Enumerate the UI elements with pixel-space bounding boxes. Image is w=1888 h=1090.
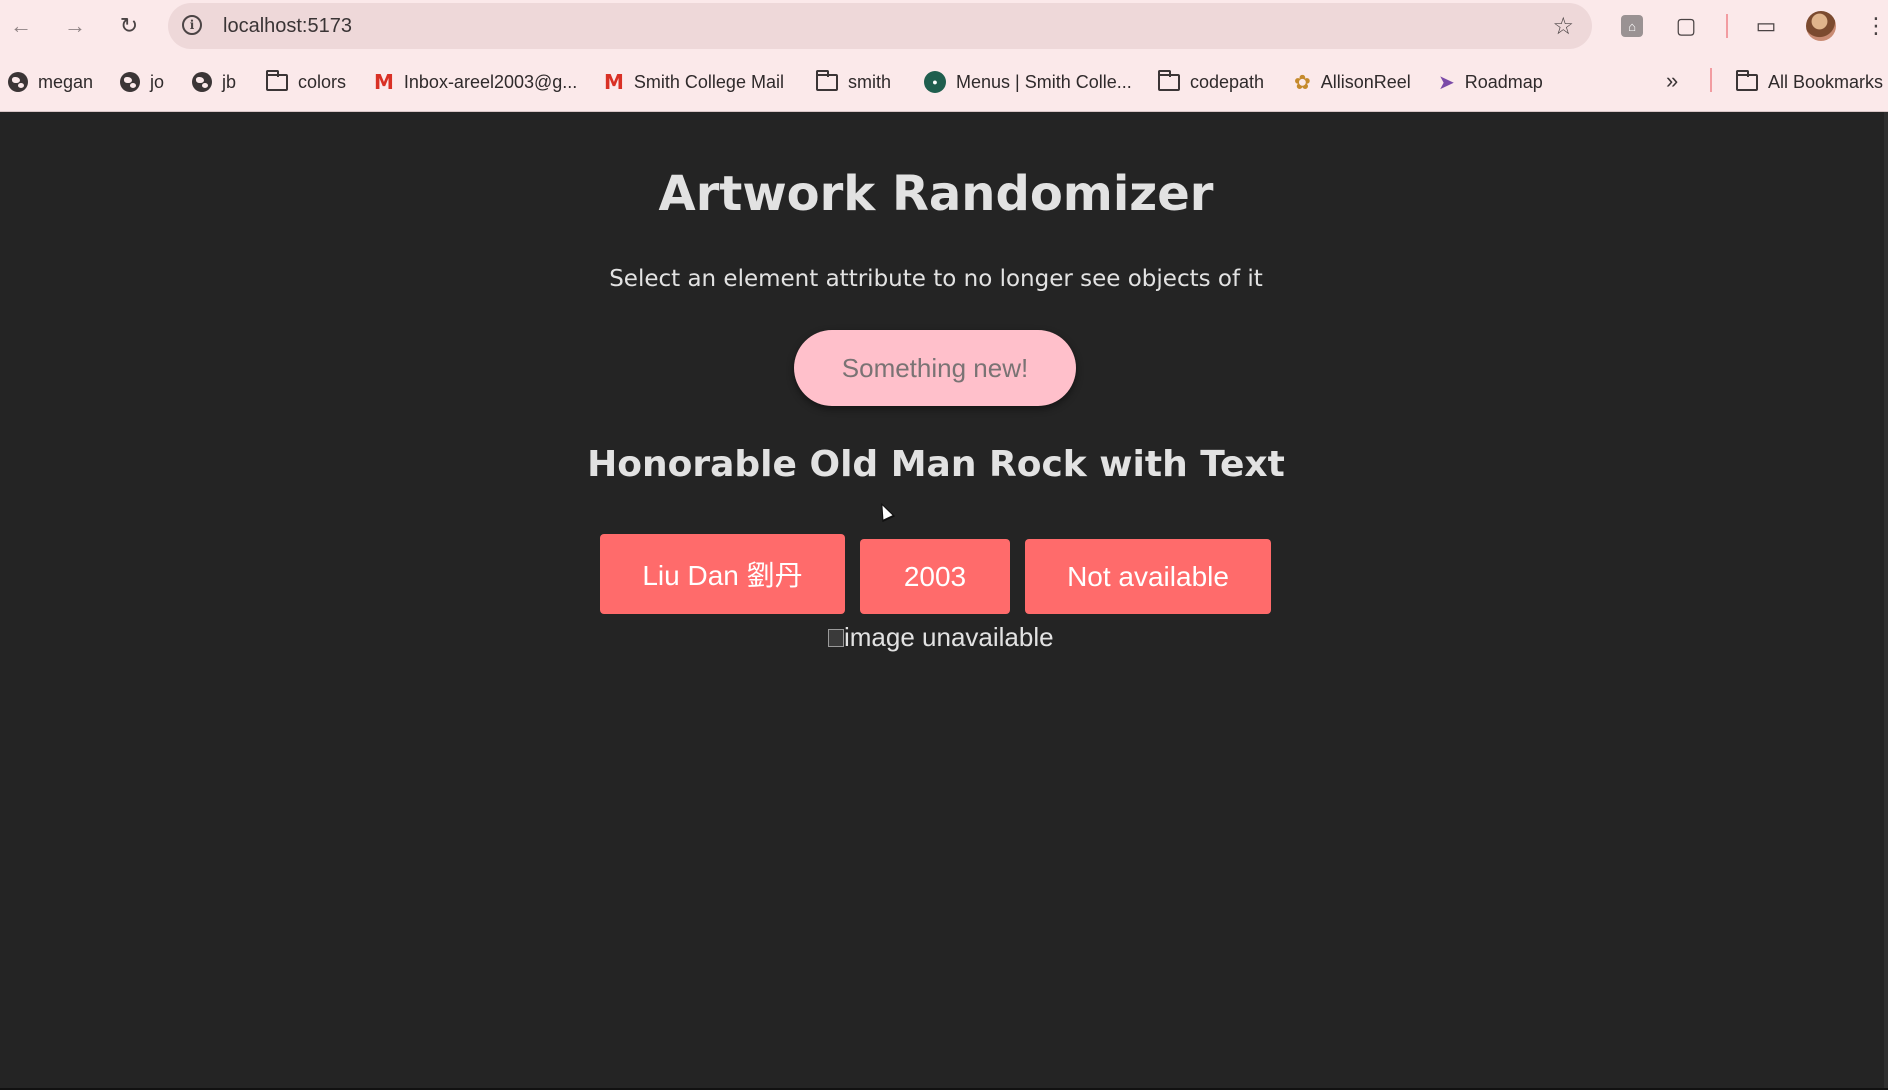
date-attribute-button[interactable]: 2003	[860, 539, 1010, 614]
folder-icon	[816, 69, 838, 91]
extensions-puzzle-icon[interactable]: ▢	[1670, 10, 1702, 42]
page-title: Artwork Randomizer	[658, 166, 1214, 222]
bookmark-jb[interactable]: jb	[192, 68, 236, 96]
image-alt-text: image unavailable	[844, 622, 1054, 652]
address-bar[interactable]: i localhost:5173 ☆	[168, 3, 1592, 49]
bookmark-jo[interactable]: jo	[120, 68, 164, 96]
cast-icon[interactable]: ▭	[1750, 10, 1782, 42]
gmail-icon: M	[604, 70, 624, 94]
browser-toolbar: ← → ↻ i localhost:5173 ☆ ⌂ ▢ ▭ ⋮	[0, 0, 1888, 52]
toolbar-divider	[1726, 14, 1728, 38]
bookmark-smith[interactable]: smith	[816, 68, 891, 96]
bookmarks-divider	[1710, 68, 1712, 92]
bookmark-menus[interactable]: ● Menus | Smith Colle...	[924, 68, 1132, 96]
bookmarks-bar: megan jo jb colors M Inbox-areel2003@g...…	[0, 52, 1888, 112]
extension-icon[interactable]: ⌂	[1616, 10, 1648, 42]
page-content: Artwork Randomizer Select an element att…	[0, 112, 1884, 1088]
menu-kebab-icon[interactable]: ⋮	[1860, 10, 1888, 42]
bookmark-inbox[interactable]: M Inbox-areel2003@g...	[374, 68, 577, 96]
forward-arrow-icon[interactable]: →	[58, 9, 92, 43]
rocket-icon: ➤	[1438, 71, 1455, 94]
back-arrow-icon[interactable]: ←	[4, 9, 38, 43]
artwork-title: Honorable Old Man Rock with Text	[587, 444, 1285, 485]
bookmark-allisonreel[interactable]: ✿ AllisonReel	[1294, 68, 1411, 96]
reload-icon[interactable]: ↻	[112, 9, 146, 43]
all-bookmarks[interactable]: All Bookmarks	[1736, 68, 1883, 96]
bookmark-colors[interactable]: colors	[266, 68, 346, 96]
bookmark-codepath[interactable]: codepath	[1158, 68, 1264, 96]
globe-icon	[8, 72, 28, 92]
scrollbar[interactable]	[1884, 112, 1888, 1090]
bird-icon: ✿	[1294, 71, 1311, 94]
gmail-icon: M	[374, 70, 394, 94]
bookmarks-overflow-chevron-icon[interactable]: »	[1666, 68, 1678, 94]
bookmark-star-icon[interactable]: ☆	[1552, 12, 1574, 41]
globe-icon	[120, 72, 140, 92]
medium-attribute-button[interactable]: Not available	[1025, 539, 1271, 614]
profile-avatar[interactable]	[1806, 11, 1836, 41]
bookmark-megan[interactable]: megan	[8, 68, 93, 96]
broken-image-icon	[828, 628, 844, 647]
artwork-image: image unavailable	[828, 622, 1054, 653]
dining-logo-icon: ●	[924, 71, 946, 93]
folder-icon	[266, 69, 288, 91]
folder-icon	[1736, 69, 1758, 91]
site-info-icon[interactable]: i	[182, 15, 202, 35]
globe-icon	[192, 72, 212, 92]
something-new-button[interactable]: Something new!	[794, 330, 1076, 406]
bookmark-smith-mail[interactable]: M Smith College Mail	[604, 68, 784, 96]
artist-attribute-button[interactable]: Liu Dan 劉丹	[600, 534, 845, 614]
url-text[interactable]: localhost:5173	[223, 15, 352, 38]
mouse-cursor-icon	[874, 499, 896, 523]
bookmark-roadmap[interactable]: ➤ Roadmap	[1438, 68, 1543, 96]
folder-icon	[1158, 69, 1180, 91]
instructions-text: Select an element attribute to no longer…	[609, 266, 1263, 292]
